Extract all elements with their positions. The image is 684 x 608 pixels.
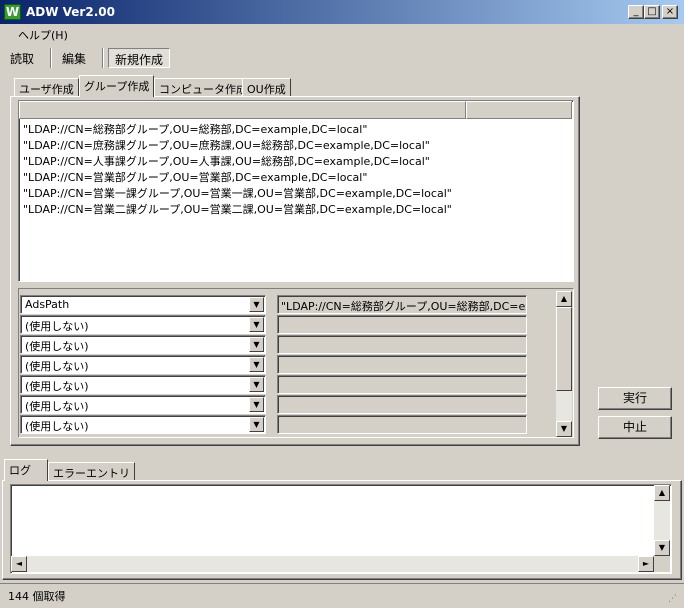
status-text: 144 個取得 xyxy=(8,590,66,603)
log-textarea[interactable]: ▲ ▼ ◄ ► xyxy=(10,484,672,574)
resize-grip-icon[interactable]: ⋰ xyxy=(668,593,680,605)
toolbar-separator xyxy=(102,48,104,68)
field-mapping-combo[interactable]: (使用しない) ▼ xyxy=(20,315,266,334)
chevron-down-icon[interactable]: ▼ xyxy=(249,317,264,332)
value-field[interactable] xyxy=(277,315,527,334)
edit-button[interactable]: 編集 xyxy=(56,48,92,68)
list-header-column[interactable] xyxy=(466,101,572,119)
window-title: ADW Ver2.00 xyxy=(26,5,115,19)
value-field[interactable] xyxy=(277,335,527,354)
combo-value: (使用しない) xyxy=(25,420,89,433)
status-divider xyxy=(0,583,684,584)
log-vscrollbar[interactable]: ▲ ▼ xyxy=(654,485,670,556)
app-icon: W xyxy=(4,4,21,20)
chevron-down-icon[interactable]: ▼ xyxy=(249,397,264,412)
scroll-down-icon[interactable]: ▼ xyxy=(654,540,670,556)
field-mapping-combo[interactable]: (使用しない) ▼ xyxy=(20,335,266,354)
list-item[interactable]: "LDAP://CN=営業一課グループ,OU=営業一課,OU=営業部,DC=ex… xyxy=(23,185,452,201)
list-item[interactable]: "LDAP://CN=総務部グループ,OU=総務部,DC=example,DC=… xyxy=(23,121,367,137)
mapping-area: AdsPath ▼ (使用しない) ▼ (使用しない) ▼ (使用しない) ▼ … xyxy=(18,288,574,438)
chevron-down-icon[interactable]: ▼ xyxy=(249,297,264,312)
value-field[interactable] xyxy=(277,375,527,394)
menu-help[interactable]: ヘルプ(H) xyxy=(18,27,68,43)
scroll-up-icon[interactable]: ▲ xyxy=(556,291,572,307)
tab-error-entry[interactable]: エラーエントリ xyxy=(48,462,135,481)
maximize-button[interactable]: □ xyxy=(644,5,660,19)
tab-user-create[interactable]: ユーザ作成 xyxy=(14,78,79,97)
ldap-list[interactable]: "LDAP://CN=総務部グループ,OU=総務部,DC=example,DC=… xyxy=(18,100,574,282)
log-hscrollbar[interactable]: ◄ ► xyxy=(11,556,654,572)
field-mapping-combo[interactable]: (使用しない) ▼ xyxy=(20,395,266,414)
field-mapping-combo[interactable]: AdsPath ▼ xyxy=(20,295,266,314)
combo-value: (使用しない) xyxy=(25,380,89,393)
list-header-column[interactable] xyxy=(19,101,466,119)
field-mapping-combo[interactable]: (使用しない) ▼ xyxy=(20,355,266,374)
scroll-down-icon[interactable]: ▼ xyxy=(556,421,572,437)
chevron-down-icon[interactable]: ▼ xyxy=(249,417,264,432)
tab-computer-create[interactable]: コンピュータ作成 xyxy=(154,78,252,97)
list-item[interactable]: "LDAP://CN=庶務課グループ,OU=庶務課,OU=総務部,DC=exam… xyxy=(23,137,430,153)
combo-value: (使用しない) xyxy=(25,340,89,353)
field-mapping-combo[interactable]: (使用しない) ▼ xyxy=(20,415,266,434)
tab-log[interactable]: ログ xyxy=(4,459,48,481)
tab-group-create[interactable]: グループ作成 xyxy=(79,75,155,97)
menu-bar xyxy=(0,24,684,44)
combo-value: (使用しない) xyxy=(25,320,89,333)
chevron-down-icon[interactable]: ▼ xyxy=(249,357,264,372)
toolbar-separator xyxy=(50,48,52,68)
close-button[interactable]: × xyxy=(662,5,678,19)
list-item[interactable]: "LDAP://CN=人事課グループ,OU=人事課,OU=総務部,DC=exam… xyxy=(23,153,430,169)
combo-value: (使用しない) xyxy=(25,360,89,373)
scroll-thumb[interactable] xyxy=(556,307,572,391)
value-field[interactable] xyxy=(277,355,527,374)
title-bar[interactable]: W ADW Ver2.00 _ □ × xyxy=(0,0,684,24)
value-field[interactable] xyxy=(277,415,527,434)
tab-ou-create[interactable]: OU作成 xyxy=(242,78,291,97)
stop-button[interactable]: 中止 xyxy=(598,416,672,439)
scroll-up-icon[interactable]: ▲ xyxy=(654,485,670,501)
new-button[interactable]: 新規作成 xyxy=(108,48,171,68)
combo-value: AdsPath xyxy=(25,298,70,311)
list-item[interactable]: "LDAP://CN=営業部グループ,OU=営業部,DC=example,DC=… xyxy=(23,169,367,185)
chevron-down-icon[interactable]: ▼ xyxy=(249,337,264,352)
field-mapping-combo[interactable]: (使用しない) ▼ xyxy=(20,375,266,394)
scroll-corner xyxy=(654,556,670,572)
mapping-scrollbar[interactable]: ▲ ▼ xyxy=(556,291,572,437)
value-field[interactable] xyxy=(277,395,527,414)
value-text: "LDAP://CN=総務部グループ,OU=総務部,DC=exa xyxy=(281,300,527,313)
list-item[interactable]: "LDAP://CN=営業二課グループ,OU=営業二課,OU=営業部,DC=ex… xyxy=(23,201,452,217)
scroll-left-icon[interactable]: ◄ xyxy=(11,556,27,572)
combo-value: (使用しない) xyxy=(25,400,89,413)
read-button[interactable]: 読取 xyxy=(4,48,40,68)
scroll-right-icon[interactable]: ► xyxy=(638,556,654,572)
chevron-down-icon[interactable]: ▼ xyxy=(249,377,264,392)
minimize-button[interactable]: _ xyxy=(628,5,644,19)
run-button[interactable]: 実行 xyxy=(598,387,672,410)
value-field[interactable]: "LDAP://CN=総務部グループ,OU=総務部,DC=exa xyxy=(277,295,527,314)
